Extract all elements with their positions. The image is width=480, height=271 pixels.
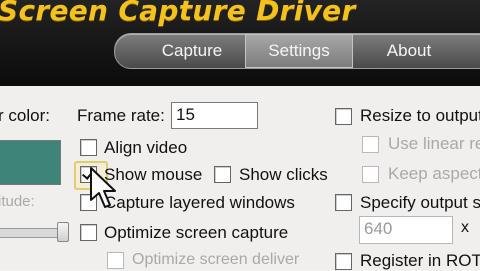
color-label: r color: <box>0 106 50 125</box>
optimize-capture-checkbox[interactable] <box>80 224 97 241</box>
register-rot-label: Register in ROT <box>360 251 480 270</box>
altitude-slider-thumb[interactable] <box>57 222 69 242</box>
frame-rate-input[interactable]: 15 <box>171 102 258 129</box>
align-video-checkbox[interactable] <box>80 139 97 156</box>
header-bar: Screen Capture Driver Capture Settings A… <box>0 0 480 86</box>
resize-output-checkbox[interactable] <box>335 108 352 125</box>
altitude-label: itude: <box>0 193 35 210</box>
output-width-input[interactable]: 640 <box>359 216 453 244</box>
capture-layered-label: Capture layered windows <box>104 193 295 212</box>
show-mouse-label: Show mouse <box>104 165 203 184</box>
keep-aspect-checkbox[interactable] <box>362 166 379 183</box>
tab-bar: Capture Settings About <box>114 33 480 69</box>
keep-aspect-label: Keep aspect <box>388 164 480 183</box>
specify-output-checkbox[interactable] <box>335 194 352 211</box>
use-linear-checkbox[interactable] <box>362 136 379 153</box>
show-clicks-checkbox[interactable] <box>214 166 231 183</box>
use-linear-label: Use linear rea <box>388 134 480 153</box>
tab-settings[interactable]: Settings <box>245 34 353 68</box>
tab-capture[interactable]: Capture <box>139 34 245 68</box>
optimize-capture-label: Optimize screen capture <box>104 223 289 242</box>
optimize-deliver-label: Optimize screen deliver <box>132 251 300 268</box>
specify-output-label: Specify output siz <box>360 193 480 212</box>
tab-about[interactable]: About <box>359 34 459 68</box>
color-swatch[interactable] <box>0 140 61 185</box>
show-clicks-label: Show clicks <box>239 165 328 184</box>
app-title: Screen Capture Driver <box>0 0 356 27</box>
align-video-label: Align video <box>104 138 188 157</box>
frame-rate-label: Frame rate: <box>77 106 165 125</box>
times-symbol: x <box>461 219 469 236</box>
mouse-cursor-icon <box>90 167 116 208</box>
register-rot-checkbox[interactable] <box>335 253 352 270</box>
optimize-deliver-checkbox[interactable] <box>107 252 124 269</box>
resize-output-label: Resize to output <box>360 106 480 125</box>
